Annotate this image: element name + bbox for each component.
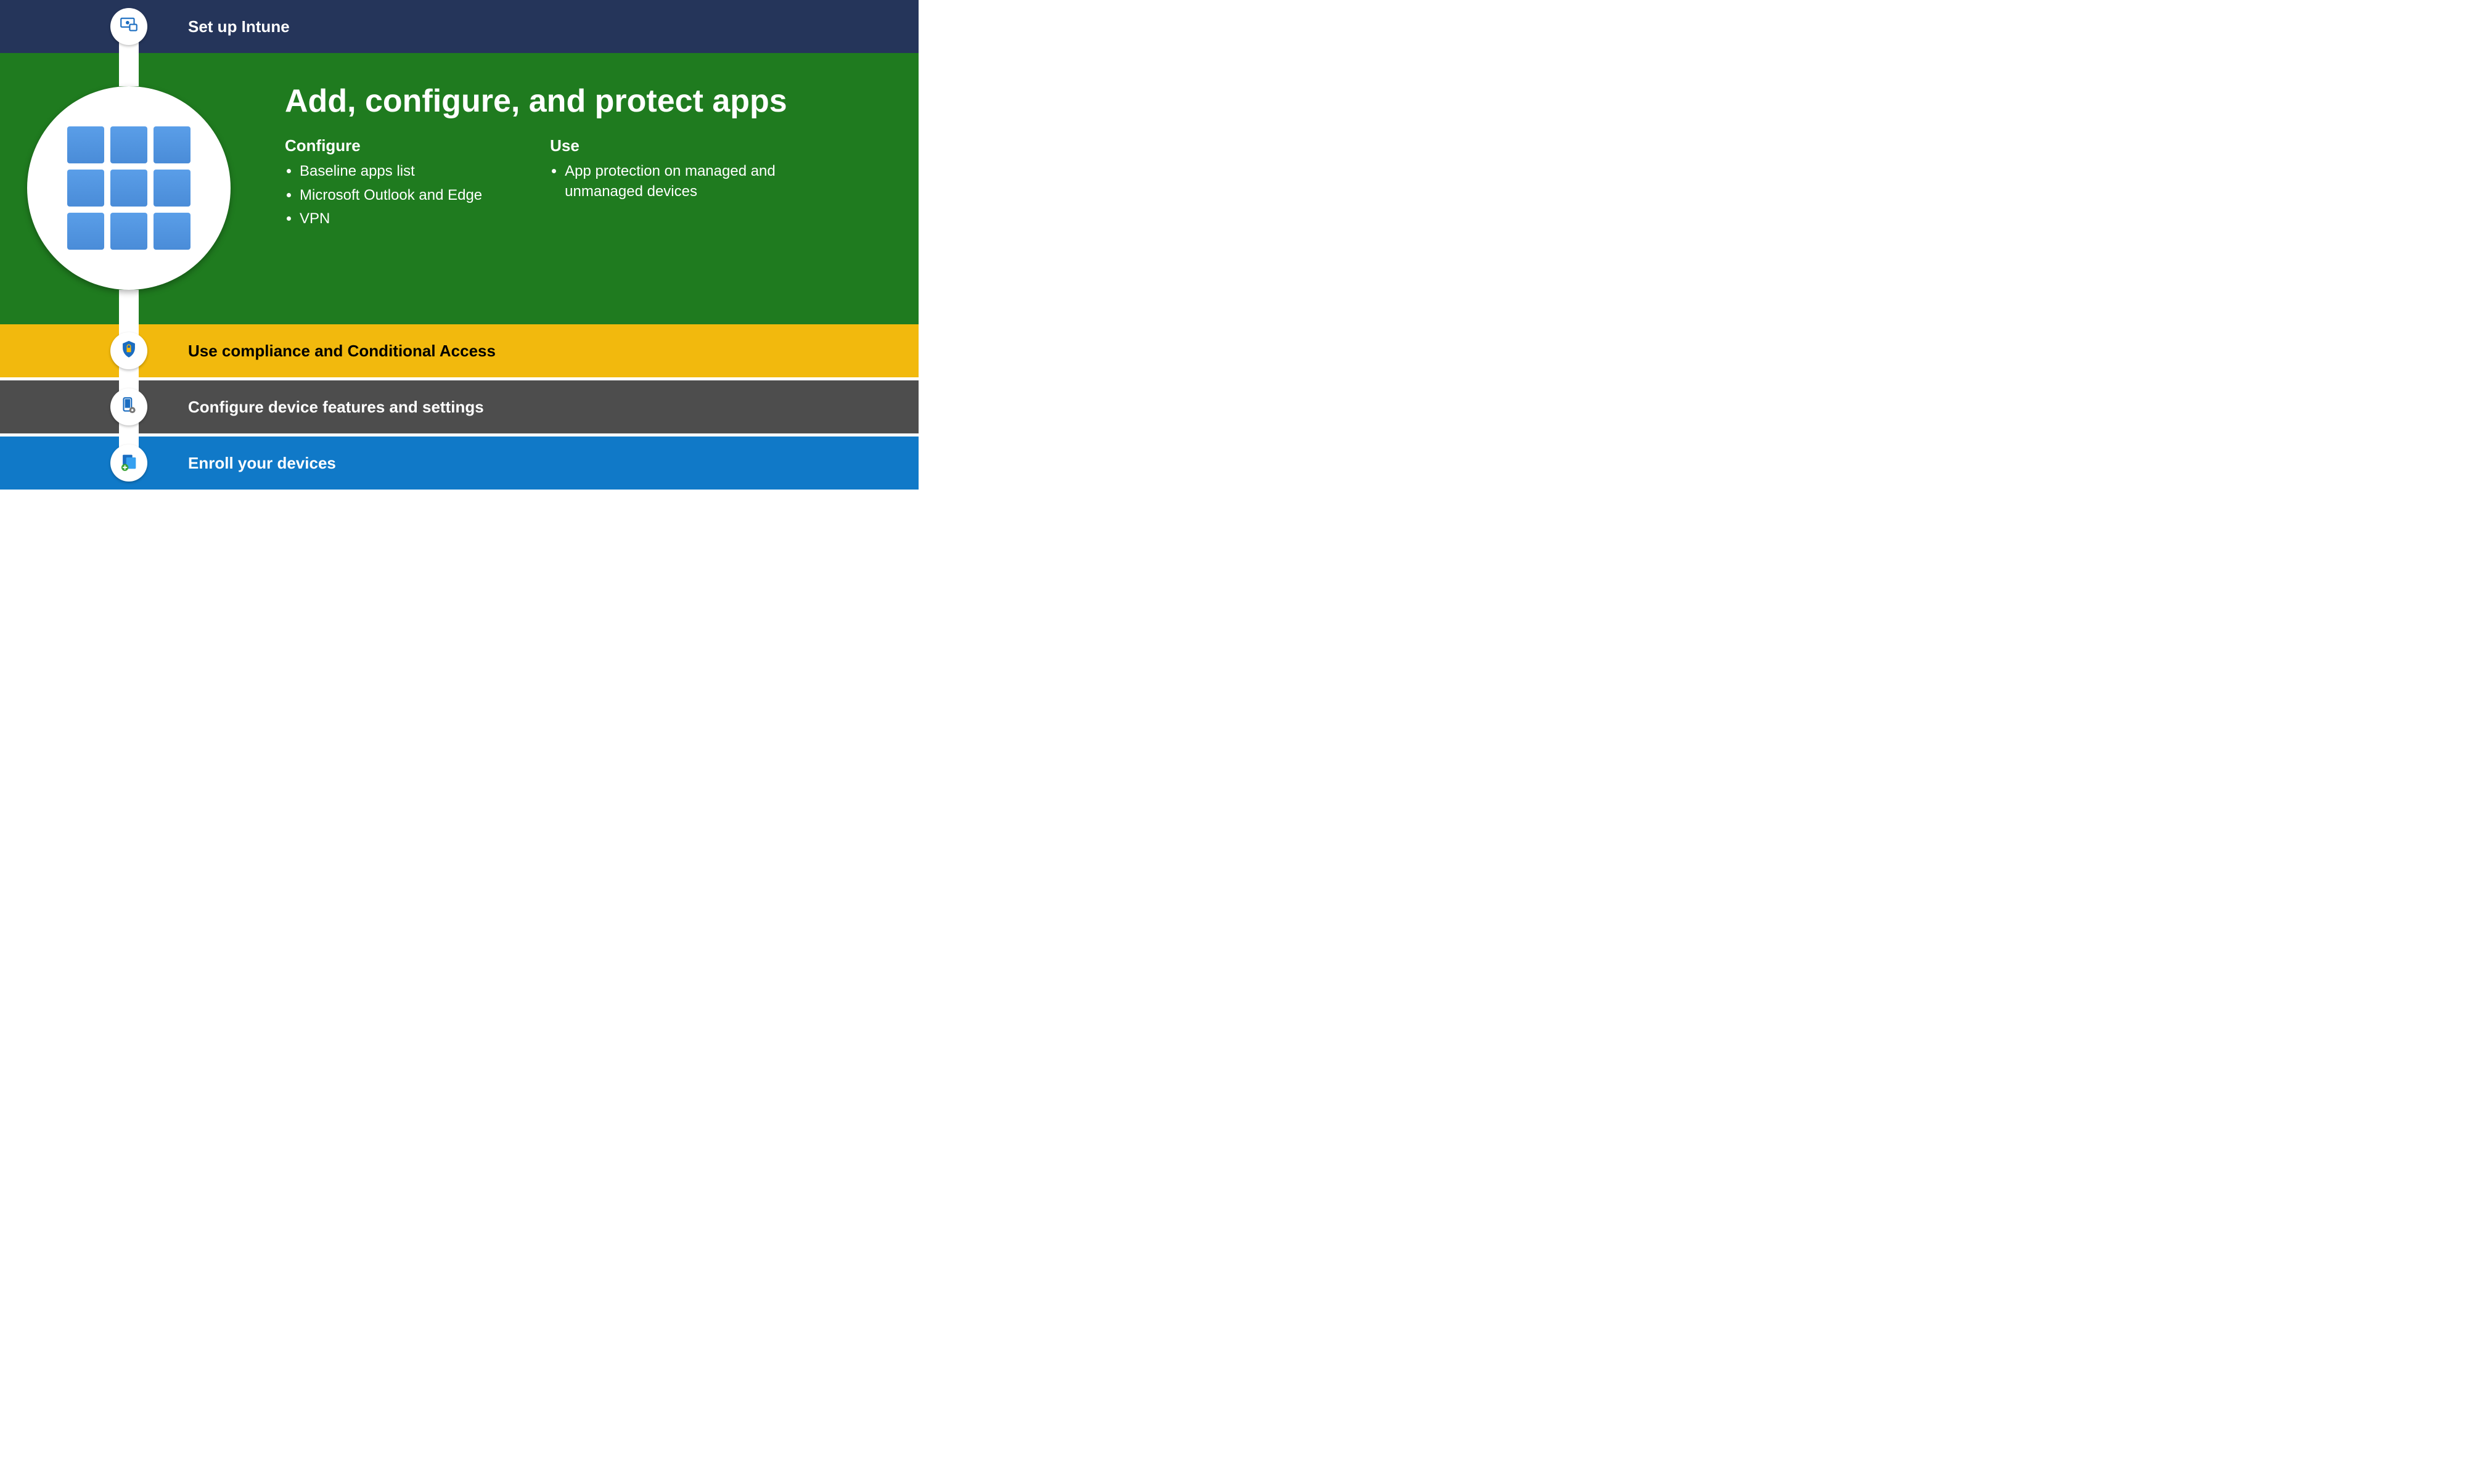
list-item: Baseline apps list [300,162,482,181]
list-item: App protection on managed and unmanaged … [565,162,784,202]
setup-badge [110,8,147,45]
list-item: VPN [300,209,482,229]
apps-badge [27,86,231,290]
devices-plus-icon [118,451,139,475]
configure-column: Configure Baseline apps list Microsoft O… [285,136,482,232]
step-apps: Add, configure, and protect apps Configu… [0,53,919,324]
step-label: Use compliance and Conditional Access [188,342,496,361]
step-compliance: Use compliance and Conditional Access [0,324,919,377]
enroll-badge [110,445,147,482]
step-setup: Set up Intune [0,0,919,53]
use-heading: Use [550,136,784,155]
step-label: Set up Intune [188,17,290,36]
device-gear-icon [118,395,139,419]
configure-heading: Configure [285,136,482,155]
step-label: Configure device features and settings [188,398,484,417]
use-column: Use App protection on managed and unmana… [550,136,784,232]
app-grid-icon [67,126,190,250]
list-item: Microsoft Outlook and Edge [300,186,482,205]
shield-lock-icon [118,339,139,363]
use-list: App protection on managed and unmanaged … [550,162,784,202]
main-title: Add, configure, and protect apps [285,84,787,119]
features-badge [110,388,147,425]
connector [119,53,139,86]
monitor-icon [118,15,139,39]
step-enroll: Enroll your devices [0,437,919,490]
step-features: Configure device features and settings [0,380,919,433]
connector [119,290,139,324]
configure-list: Baseline apps list Microsoft Outlook and… [285,162,482,229]
step-label: Enroll your devices [188,454,336,473]
compliance-badge [110,332,147,369]
